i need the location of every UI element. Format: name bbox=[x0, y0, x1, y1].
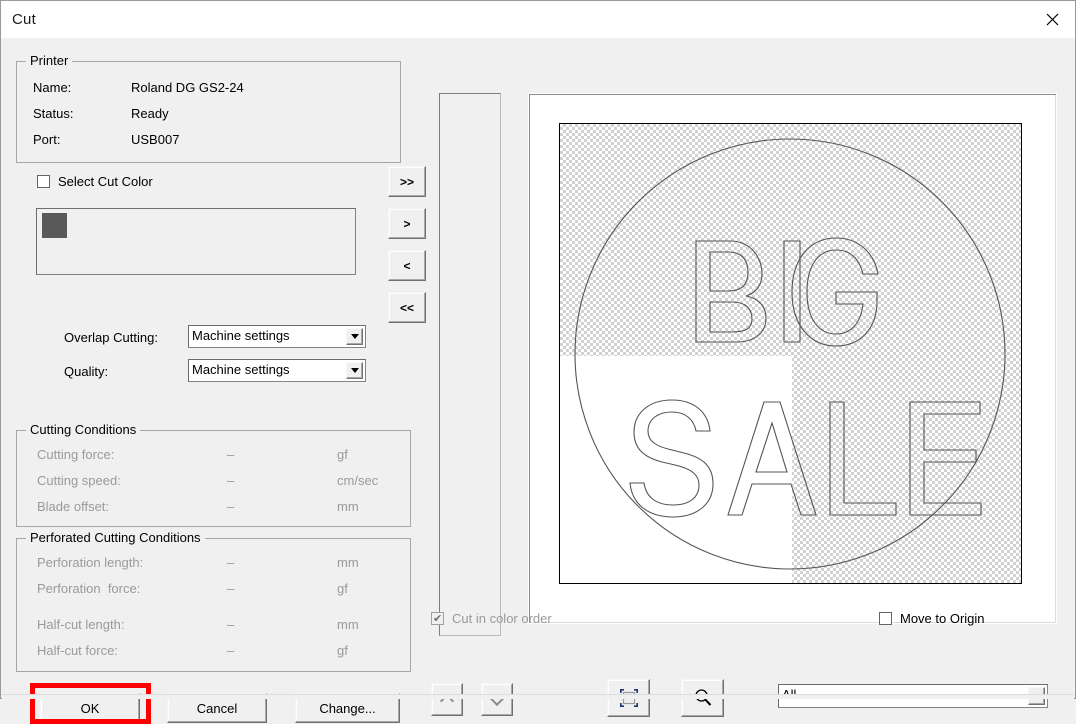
window-title: Cut bbox=[12, 11, 36, 28]
cut-in-color-order-label: Cut in color order bbox=[452, 611, 552, 626]
preview-panel[interactable] bbox=[528, 93, 1057, 624]
printer-group: Printer Name: Roland DG GS2-24 Status: R… bbox=[16, 54, 401, 163]
chevron-down-icon[interactable] bbox=[346, 362, 363, 379]
overlap-cutting-label: Overlap Cutting: bbox=[64, 330, 158, 345]
select-cut-color-label: Select Cut Color bbox=[58, 174, 153, 189]
title-bar: Cut bbox=[1, 1, 1075, 38]
half-cut-length-label: Half-cut length: bbox=[37, 617, 125, 632]
dialog-body: Printer Name: Roland DG GS2-24 Status: R… bbox=[1, 38, 1075, 724]
blade-offset-unit: mm bbox=[337, 499, 359, 514]
preview-artwork bbox=[574, 138, 1006, 570]
cut-color-swatch[interactable] bbox=[42, 213, 67, 238]
cutting-speed-value: – bbox=[227, 473, 235, 488]
cutting-force-label: Cutting force: bbox=[37, 447, 115, 462]
preview-canvas[interactable] bbox=[559, 123, 1022, 584]
close-icon[interactable] bbox=[1029, 1, 1075, 38]
check-icon: ✔ bbox=[433, 612, 443, 625]
quality-label: Quality: bbox=[64, 364, 109, 379]
printer-name-value: Roland DG GS2-24 bbox=[131, 80, 244, 95]
move-up-button[interactable] bbox=[431, 683, 463, 716]
move-all-left-button[interactable]: << bbox=[388, 292, 426, 323]
move-down-button[interactable] bbox=[481, 683, 513, 716]
overlap-cutting-select[interactable]: Machine settings bbox=[188, 325, 366, 348]
cut-dialog-window: Cut Printer Name: Roland DG GS2-24 Statu… bbox=[0, 0, 1076, 724]
cut-color-list[interactable] bbox=[36, 208, 356, 275]
cut-in-color-order-checkbox[interactable]: ✔ bbox=[431, 612, 444, 625]
perforation-force-value: – bbox=[227, 581, 235, 596]
quality-value: Machine settings bbox=[192, 362, 290, 377]
printer-port-label: Port: bbox=[33, 132, 61, 147]
printer-status-value: Ready bbox=[131, 106, 169, 121]
cutting-speed-unit: cm/sec bbox=[337, 473, 379, 488]
select-cut-color-checkbox[interactable] bbox=[37, 175, 50, 188]
blade-offset-value: – bbox=[227, 499, 235, 514]
blade-offset-label: Blade offset: bbox=[37, 499, 110, 514]
overlap-cutting-value: Machine settings bbox=[192, 328, 290, 343]
move-left-button[interactable]: < bbox=[388, 250, 426, 281]
half-cut-length-unit: mm bbox=[337, 617, 359, 632]
quality-select[interactable]: Machine settings bbox=[188, 359, 366, 382]
printer-name-label: Name: bbox=[33, 80, 72, 95]
half-cut-length-value: – bbox=[227, 617, 235, 632]
perforation-force-label: Perforation force: bbox=[37, 581, 141, 596]
half-cut-force-label: Half-cut force: bbox=[37, 643, 118, 658]
printer-group-legend: Printer bbox=[26, 54, 73, 68]
cutting-force-unit: gf bbox=[337, 447, 348, 462]
move-to-origin-checkbox[interactable] bbox=[879, 612, 892, 625]
move-right-button[interactable]: > bbox=[388, 208, 426, 239]
cutting-force-value: – bbox=[227, 447, 235, 462]
printer-status-label: Status: bbox=[33, 106, 74, 121]
half-cut-force-unit: gf bbox=[337, 643, 348, 658]
chevron-down-icon[interactable] bbox=[346, 328, 363, 345]
half-cut-force-value: – bbox=[227, 643, 235, 658]
dialog-footer-strip bbox=[2, 694, 1074, 699]
printer-port-value: USB007 bbox=[131, 132, 180, 147]
close-glyph bbox=[1046, 13, 1058, 26]
perforation-length-value: – bbox=[227, 555, 235, 570]
cutting-conditions-legend: Cutting Conditions bbox=[26, 423, 141, 437]
cutting-conditions-group: Cutting Conditions Cutting force: – gf C… bbox=[16, 423, 411, 527]
cutting-speed-label: Cutting speed: bbox=[37, 473, 121, 488]
move-to-origin-label: Move to Origin bbox=[900, 611, 985, 626]
perforated-cutting-conditions-group: Perforated Cutting Conditions Perforatio… bbox=[16, 531, 411, 672]
cut-order-list[interactable] bbox=[439, 93, 501, 636]
perforation-force-unit: gf bbox=[337, 581, 348, 596]
perforated-cutting-conditions-legend: Perforated Cutting Conditions bbox=[26, 531, 205, 545]
perforation-length-label: Perforation length: bbox=[37, 555, 144, 570]
perforation-length-unit: mm bbox=[337, 555, 359, 570]
move-all-right-button[interactable]: >> bbox=[388, 166, 426, 197]
